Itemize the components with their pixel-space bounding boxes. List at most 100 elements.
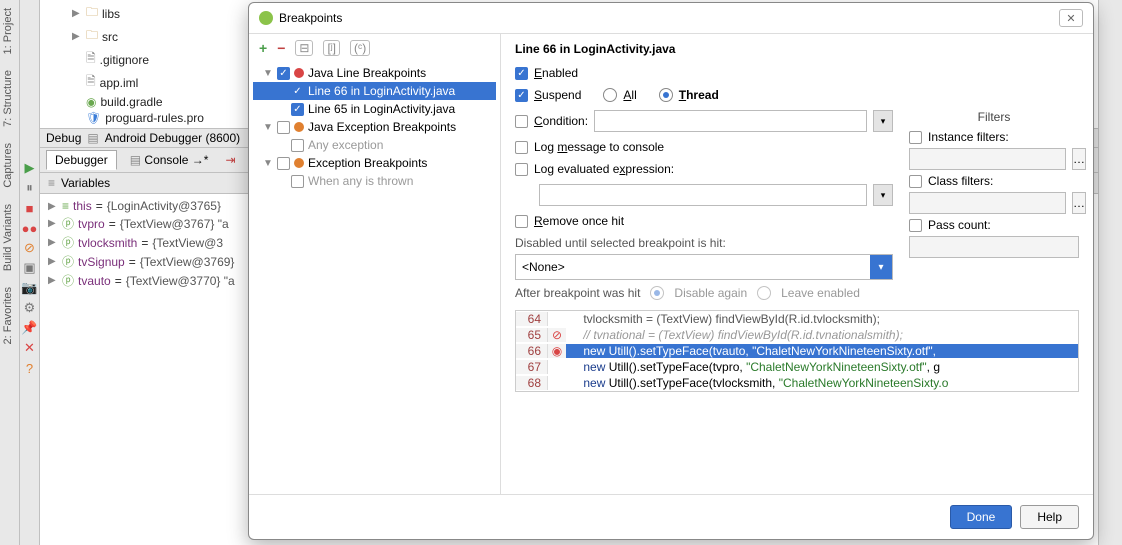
enabled-label: EEnablednabled	[534, 66, 578, 80]
breakpoint-icon	[294, 68, 304, 78]
dialog-close-button[interactable]: ✕	[1059, 9, 1083, 27]
condition-checkbox[interactable]	[515, 115, 528, 128]
suspend-label: Suspend	[534, 88, 581, 102]
checkbox[interactable]	[291, 175, 304, 188]
proguard-icon: 🛡	[86, 111, 101, 125]
leave-enabled-label: Leave enabled	[781, 286, 860, 300]
pause-icon[interactable]: ⏸	[22, 180, 38, 196]
add-breakpoint-button[interactable]: +	[259, 40, 267, 56]
checkbox[interactable]: ✓	[291, 85, 304, 98]
class-browse[interactable]: …	[1072, 192, 1086, 214]
step-icon[interactable]: ⇥	[225, 153, 235, 167]
done-button[interactable]: Done	[950, 505, 1013, 529]
tool-tab-structure[interactable]: 7: Structure	[0, 62, 16, 135]
bp-group-java-exception[interactable]: ▼Java Exception Breakpoints	[253, 118, 496, 136]
layout-icon[interactable]: ▣	[22, 260, 38, 276]
class-checkbox[interactable]	[909, 175, 922, 188]
tool-tab-project[interactable]: 1: Project	[0, 0, 16, 62]
bp-group-java-line[interactable]: ▼✓Java Line Breakpoints	[253, 64, 496, 82]
folder-icon: 🗀	[86, 26, 98, 47]
pin-icon[interactable]: 📌	[22, 320, 38, 336]
param-icon: ⓟ	[62, 234, 74, 251]
param-icon: ⓟ	[62, 253, 74, 270]
checkbox[interactable]: ✓	[291, 103, 304, 116]
filters-title: Filters	[909, 110, 1079, 124]
logmsg-label: Log message to console	[534, 140, 664, 154]
param-icon: ⓟ	[62, 215, 74, 232]
dialog-title: Breakpoints	[279, 11, 342, 25]
vars-icon: ≡	[48, 176, 55, 190]
logexpr-label: Log evaluated expression:	[534, 162, 674, 176]
disabled-until-label: Disabled until selected breakpoint is hi…	[515, 236, 893, 250]
suspend-checkbox[interactable]: ✓	[515, 89, 528, 102]
stop-icon[interactable]: ■	[22, 200, 38, 216]
suspend-all-radio[interactable]	[603, 88, 617, 102]
condition-input[interactable]	[594, 110, 867, 132]
settings-icon[interactable]: ⚙	[22, 300, 38, 316]
logexpr-input[interactable]	[539, 184, 867, 206]
group-button-1[interactable]: ⊟	[295, 40, 313, 56]
removeonce-checkbox[interactable]	[515, 215, 528, 228]
bp-when-any-thrown[interactable]: When any is thrown	[253, 172, 496, 190]
mute-bp-icon[interactable]: ⊘	[22, 240, 38, 256]
checkbox[interactable]	[291, 139, 304, 152]
logmsg-checkbox[interactable]	[515, 141, 528, 154]
folder-icon: 🗀	[86, 3, 98, 24]
disable-again-radio[interactable]	[650, 286, 664, 300]
code-preview: 64 tvlocksmith = (TextView) findViewById…	[515, 310, 1079, 392]
leave-enabled-radio[interactable]	[757, 286, 771, 300]
tool-tab-build-variants[interactable]: Build Variants	[0, 196, 16, 279]
debug-session-icon: ▤	[87, 131, 98, 145]
disable-again-label: Disable again	[674, 286, 747, 300]
bp-any-exception[interactable]: Any exception	[253, 136, 496, 154]
disabled-until-select[interactable]: <None> ▾	[515, 254, 893, 280]
suspend-thread-radio[interactable]	[659, 88, 673, 102]
chevron-down-icon: ▾	[870, 255, 892, 279]
group-button-2[interactable]: [ʲ]	[323, 40, 340, 56]
tab-console[interactable]: ▤ Console →*	[121, 150, 218, 170]
exception-icon	[294, 158, 304, 168]
checkbox[interactable]	[277, 157, 290, 170]
checkbox[interactable]: ✓	[277, 67, 290, 80]
pass-input[interactable]	[909, 236, 1079, 258]
instance-checkbox[interactable]	[909, 131, 922, 144]
obj-icon: ≡	[62, 199, 69, 213]
bp-line66[interactable]: ✓Line 66 in LoginActivity.java	[253, 82, 496, 100]
tab-debugger[interactable]: Debugger	[46, 150, 117, 170]
tool-tab-favorites[interactable]: 2: Favorites	[0, 279, 16, 352]
instance-browse[interactable]: …	[1072, 148, 1086, 170]
bug-icon	[259, 11, 273, 25]
debug-title: Debug	[46, 131, 81, 145]
breakpoints-icon[interactable]: ●●	[22, 220, 38, 236]
pass-label: Pass count:	[928, 218, 991, 232]
file-icon: 🗎	[86, 72, 96, 93]
condition-dropdown[interactable]: ▾	[873, 110, 893, 132]
instance-input[interactable]	[909, 148, 1066, 170]
variables-header: Variables	[61, 176, 110, 190]
pass-checkbox[interactable]	[909, 219, 922, 232]
logexpr-checkbox[interactable]	[515, 163, 528, 176]
exception-icon	[294, 122, 304, 132]
tool-tab-captures[interactable]: Captures	[0, 135, 16, 196]
param-icon: ⓟ	[62, 272, 74, 289]
camera-icon[interactable]: 📷	[22, 280, 38, 296]
resume-icon[interactable]: ▶	[22, 160, 38, 176]
close-icon[interactable]: ✕	[22, 340, 38, 356]
class-label: Class filters:	[928, 174, 993, 188]
help-button[interactable]: Help	[1020, 505, 1079, 529]
checkbox[interactable]	[277, 121, 290, 134]
group-button-3[interactable]: (ᶜ)	[350, 40, 370, 56]
bp-group-exception[interactable]: ▼Exception Breakpoints	[253, 154, 496, 172]
remove-breakpoint-button[interactable]: −	[277, 40, 285, 56]
bp-detail-heading: Line 66 in LoginActivity.java	[515, 42, 1079, 56]
debug-session: Android Debugger (8600)	[105, 131, 240, 145]
logexpr-dropdown[interactable]: ▾	[873, 184, 893, 206]
class-input[interactable]	[909, 192, 1066, 214]
bp-line65[interactable]: ✓Line 65 in LoginActivity.java	[253, 100, 496, 118]
instance-label: Instance filters:	[928, 130, 1009, 144]
gradle-icon: ◉	[86, 95, 96, 109]
help-icon[interactable]: ?	[22, 360, 38, 376]
enabled-checkbox[interactable]: ✓	[515, 67, 528, 80]
condition-label: Condition:	[534, 114, 588, 128]
console-icon: ▤	[130, 153, 141, 167]
